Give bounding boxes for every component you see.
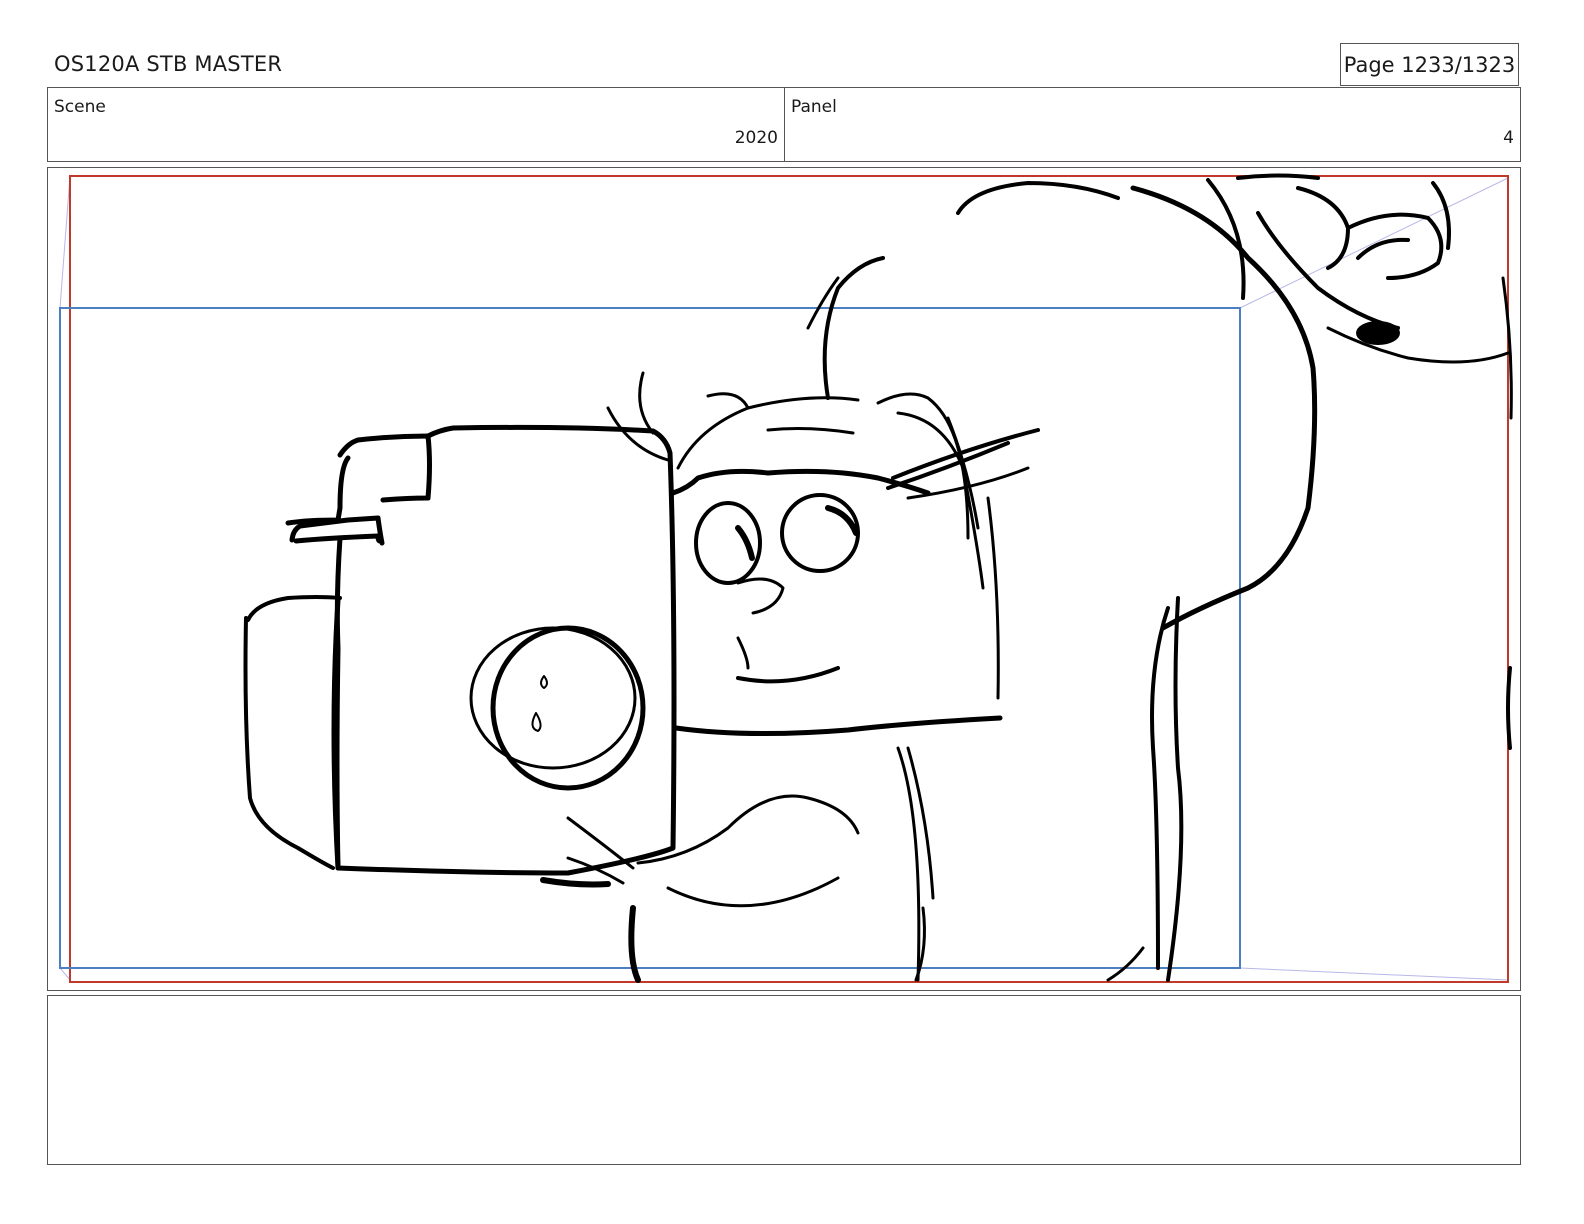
character-sketch <box>243 173 1513 983</box>
scene-label: Scene <box>54 97 106 117</box>
storyboard-panel <box>47 167 1521 991</box>
notes-box <box>47 995 1521 1165</box>
page-number: Page 1233/1323 <box>1340 43 1519 86</box>
safe-area-frame <box>69 175 1509 983</box>
storyboard-drawing <box>59 173 1513 983</box>
camera-field-frame <box>59 307 1241 969</box>
scene-cell: Scene 2020 <box>48 88 785 161</box>
panel-cell: Panel 4 <box>785 88 1520 161</box>
scene-panel-info: Scene 2020 Panel 4 <box>47 87 1521 162</box>
panel-label: Panel <box>791 97 837 117</box>
panel-number: 4 <box>1503 128 1514 148</box>
camera-guides <box>59 175 1509 981</box>
document-title: OS120A STB MASTER <box>54 52 283 76</box>
scene-number: 2020 <box>734 128 778 148</box>
